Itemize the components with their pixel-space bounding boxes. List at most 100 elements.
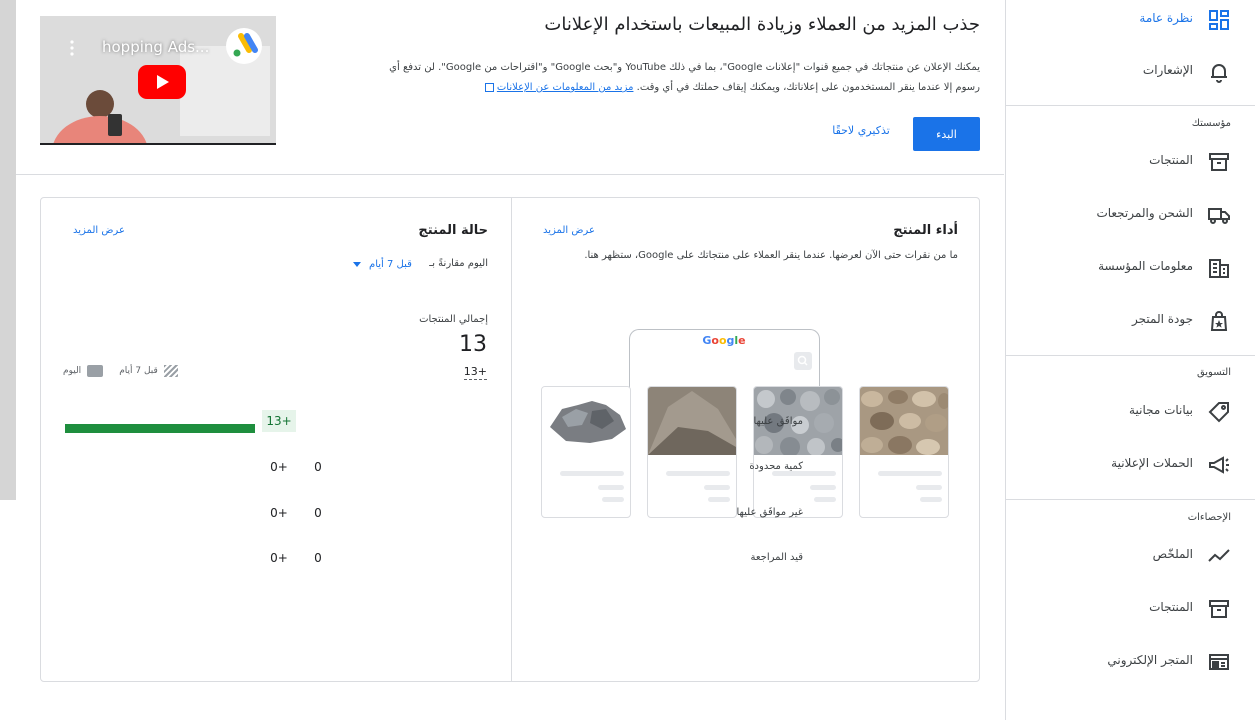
web-store-icon xyxy=(1207,650,1231,674)
status-see-more-link[interactable]: عرض المزيد xyxy=(73,225,125,236)
approved-progress-track xyxy=(65,424,255,433)
external-link-icon[interactable] xyxy=(484,82,494,92)
limited-label: كمية محدودة xyxy=(749,461,803,472)
sidebar-item-ad-campaigns[interactable]: الحملات الإعلانية xyxy=(1005,445,1255,485)
product-card xyxy=(859,386,949,518)
store-quality-icon xyxy=(1207,309,1231,333)
placeholder-bar xyxy=(920,497,942,502)
sidebar-item-summary[interactable]: الملخّص xyxy=(1005,536,1255,576)
placeholder-bar xyxy=(560,471,624,476)
sidebar-section-title: الإحصاءات xyxy=(1187,512,1231,523)
remind-later-button[interactable]: تذكيري لاحقًا xyxy=(816,124,906,137)
total-products-label: إجمالي المنتجات xyxy=(419,314,488,325)
product-card xyxy=(753,386,843,518)
sidebar-item-label: الشحن والمرتجعات xyxy=(1096,206,1193,220)
card-divider xyxy=(511,198,512,681)
building-icon xyxy=(1207,256,1231,280)
placeholder-bar xyxy=(708,497,730,502)
bell-icon xyxy=(1207,60,1231,84)
truck-icon xyxy=(1207,203,1231,227)
placeholder-bar xyxy=(810,485,836,490)
compare-period-dropdown[interactable]: قبل 7 أيام xyxy=(353,256,412,272)
sidebar-item-store-quality[interactable]: جودة المتجر xyxy=(1005,301,1255,341)
sidebar-item-free-listings[interactable]: بيانات مجانية xyxy=(1005,392,1255,432)
product-image xyxy=(648,387,736,455)
start-button[interactable]: البدء xyxy=(913,117,980,151)
sidebar-item-label: الملخّص xyxy=(1152,547,1193,561)
under-review-delta: +0 xyxy=(270,551,288,565)
promo-video[interactable]: ...hopping Ads xyxy=(40,16,276,145)
legend-7days-swatch xyxy=(163,365,178,377)
status-title: حالة المنتج xyxy=(418,223,488,238)
performance-see-more-link[interactable]: عرض المزيد xyxy=(543,225,595,236)
promo-description-line-1: يمكنك الإعلان عن منتجاتك في جميع قنوات "… xyxy=(389,62,980,73)
disapproved-label: غير موافَق عليها xyxy=(736,507,804,518)
search-icon xyxy=(794,352,812,370)
more-vert-icon[interactable] xyxy=(70,40,74,56)
google-ads-logo-icon xyxy=(226,28,262,64)
sidebar-item-online-store[interactable]: المتجر الإلكتروني xyxy=(1005,642,1255,682)
dashboard-icon xyxy=(1207,8,1231,32)
sidebar-item-label: معلومات المؤسسة xyxy=(1098,259,1193,273)
placeholder-bar xyxy=(598,485,624,490)
video-title: ...hopping Ads xyxy=(102,38,210,56)
left-scroll-strip xyxy=(0,0,16,500)
sidebar-item-label: الحملات الإعلانية xyxy=(1111,456,1193,470)
sidebar-section-title: مؤسستك xyxy=(1191,118,1231,129)
total-products-delta: +13 xyxy=(463,365,487,380)
sidebar-item-products[interactable]: المنتجات xyxy=(1005,142,1255,182)
placeholder-bar xyxy=(666,471,730,476)
sidebar-item-label: المنتجات xyxy=(1149,153,1193,167)
youtube-play-icon[interactable] xyxy=(138,65,186,99)
compare-period-value: قبل 7 أيام xyxy=(369,258,412,270)
promo-description-line-2: رسوم إلا عندما ينقر المستخدمون على إعلان… xyxy=(320,78,980,98)
product-card xyxy=(541,386,631,518)
sidebar-item-overview[interactable]: نظرة عامة xyxy=(1005,0,1255,40)
sidebar-item-shipping[interactable]: الشحن والمرتجعات xyxy=(1005,195,1255,235)
approved-delta: +13 xyxy=(262,410,296,432)
placeholder-bar xyxy=(916,485,942,490)
approved-progress-fill xyxy=(65,424,255,433)
phone-mockup: Google xyxy=(629,329,820,391)
sidebar-item-label: الإشعارات xyxy=(1142,63,1193,77)
archive-box-icon xyxy=(1207,150,1231,174)
sidebar-item-notifications[interactable]: الإشعارات xyxy=(1005,52,1255,92)
sidebar-item-label: المنتجات xyxy=(1149,600,1193,614)
product-image xyxy=(542,387,630,455)
limited-value: 0 xyxy=(314,460,322,474)
sidebar-item-business-info[interactable]: معلومات المؤسسة xyxy=(1005,248,1255,288)
performance-title: أداء المنتج xyxy=(893,223,958,238)
legend-today-swatch xyxy=(87,365,104,377)
google-logo: Google xyxy=(702,334,746,347)
disapproved-delta: +0 xyxy=(270,506,288,520)
product-image xyxy=(860,387,948,455)
under-review-label: قيد المراجعة xyxy=(750,552,804,563)
promo-description-text-2: رسوم إلا عندما ينقر المستخدمون على إعلان… xyxy=(636,82,980,93)
sidebar-item-label: نظرة عامة xyxy=(1139,11,1193,25)
under-review-value: 0 xyxy=(314,551,322,565)
placeholder-bar xyxy=(704,485,730,490)
approved-label: موافَق عليها xyxy=(753,416,803,427)
legend: قبل 7 أيام اليوم xyxy=(63,364,178,378)
archive-box-icon xyxy=(1207,597,1231,621)
sidebar: نظرة عامة الإشعارات مؤسستك المنتجات الشح… xyxy=(1005,0,1255,720)
tag-icon xyxy=(1207,400,1231,424)
sidebar-divider xyxy=(1005,499,1255,500)
disapproved-value: 0 xyxy=(314,506,322,520)
performance-description: ما من نقرات حتى الآن لعرضها. عندما ينقر … xyxy=(584,250,958,261)
sidebar-item-stats-products[interactable]: المنتجات xyxy=(1005,589,1255,629)
sidebar-item-label: بيانات مجانية xyxy=(1129,403,1193,417)
megaphone-icon xyxy=(1207,453,1231,477)
sidebar-item-label: المتجر الإلكتروني xyxy=(1107,653,1193,667)
placeholder-bar xyxy=(602,497,624,502)
placeholder-bar xyxy=(814,497,836,502)
sidebar-section-title: التسويق xyxy=(1196,367,1231,378)
learn-more-ads-link[interactable]: مزيد من المعلومات عن الإعلانات xyxy=(497,82,634,93)
legend-7days-label: قبل 7 أيام xyxy=(119,366,158,376)
sidebar-divider xyxy=(1005,355,1255,356)
legend-today-label: اليوم xyxy=(63,366,82,376)
promo-title: جذب المزيد من العملاء وزيادة المبيعات با… xyxy=(544,14,980,35)
sidebar-item-label: جودة المتجر xyxy=(1132,312,1193,326)
chevron-down-icon xyxy=(353,261,361,267)
total-products-value: 13 xyxy=(459,332,487,357)
